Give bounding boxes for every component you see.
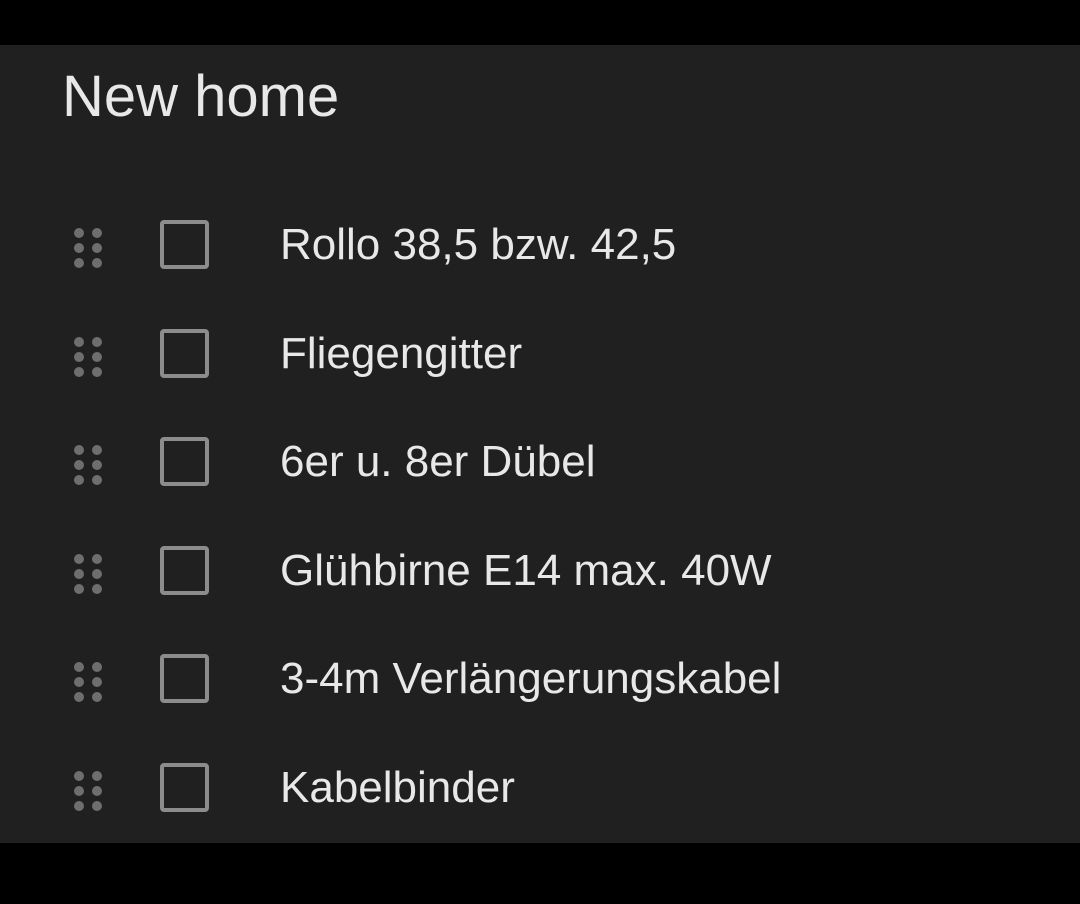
checklist-item-text[interactable]: Kabelbinder: [280, 765, 515, 810]
checklist-item: 6er u. 8er Dübel: [0, 410, 1080, 519]
checkbox[interactable]: [160, 437, 209, 487]
drag-handle-icon[interactable]: [74, 332, 110, 382]
navigation-bar-area: [0, 843, 1080, 904]
checklist-item: 3-4m Verlängerungskabel: [0, 627, 1080, 736]
checklist-item: Glühbirne E14 max. 40W: [0, 519, 1080, 628]
drag-handle-icon[interactable]: [74, 223, 110, 273]
checklist-item: Rollo 38,5 bzw. 42,5: [0, 193, 1080, 302]
checklist-item: Kabelbinder: [0, 736, 1080, 845]
checkbox[interactable]: [160, 545, 209, 595]
checkbox[interactable]: [160, 220, 209, 269]
checklist-item-text[interactable]: Rollo 38,5 bzw. 42,5: [280, 223, 676, 267]
checklist-item: Fliegengitter: [0, 302, 1080, 411]
drag-handle-icon[interactable]: [74, 549, 110, 599]
checkbox[interactable]: [160, 762, 209, 812]
checklist-item-text[interactable]: Glühbirne E14 max. 40W: [280, 548, 772, 593]
note-card: New home Rollo 38,5 bzw. 42,5 Fliegengit…: [0, 45, 1080, 843]
checklist: Rollo 38,5 bzw. 42,5 Fliegengitter 6er u…: [0, 193, 1080, 845]
drag-handle-icon[interactable]: [74, 766, 110, 816]
checkbox[interactable]: [160, 328, 209, 378]
checklist-item-text[interactable]: 6er u. 8er Dübel: [280, 440, 596, 484]
drag-handle-icon[interactable]: [74, 657, 110, 707]
checklist-item-text[interactable]: 3-4m Verlängerungskabel: [280, 657, 781, 701]
checklist-item-text[interactable]: Fliegengitter: [280, 331, 522, 376]
status-bar-area: [0, 0, 1080, 45]
note-title[interactable]: New home: [62, 68, 339, 126]
drag-handle-icon[interactable]: [74, 440, 110, 490]
checkbox[interactable]: [160, 654, 209, 704]
